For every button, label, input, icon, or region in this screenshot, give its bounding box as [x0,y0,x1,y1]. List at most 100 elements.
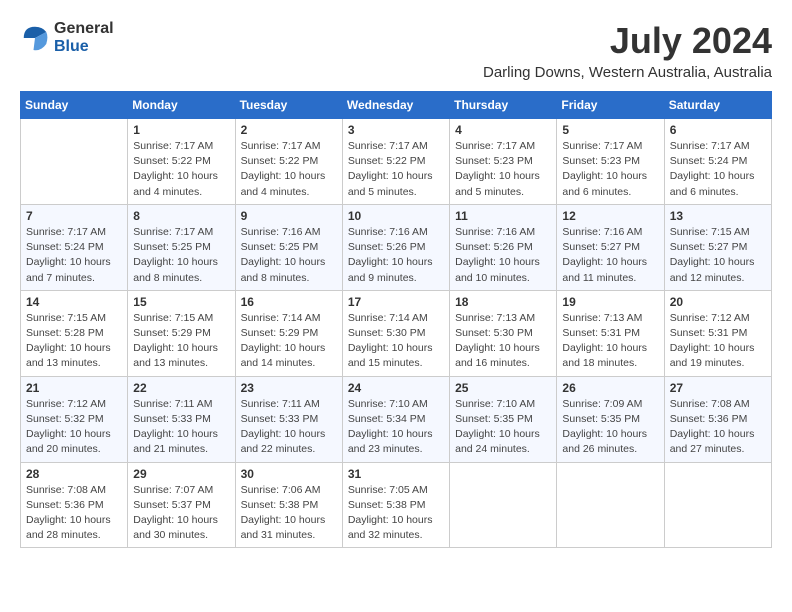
day-info: Sunrise: 7:13 AMSunset: 5:30 PMDaylight:… [455,311,551,372]
calendar-cell: 26 Sunrise: 7:09 AMSunset: 5:35 PMDayligh… [557,376,664,462]
calendar-header: SundayMondayTuesdayWednesdayThursdayFrid… [21,92,772,119]
day-info: Sunrise: 7:10 AMSunset: 5:35 PMDaylight:… [455,397,551,458]
day-info: Sunrise: 7:08 AMSunset: 5:36 PMDaylight:… [670,397,766,458]
header-cell-tuesday: Tuesday [235,92,342,119]
header-cell-sunday: Sunday [21,92,128,119]
calendar-cell: 22 Sunrise: 7:11 AMSunset: 5:33 PMDayligh… [128,376,235,462]
day-number: 21 [26,381,122,395]
day-number: 6 [670,123,766,137]
header-cell-wednesday: Wednesday [342,92,449,119]
day-number: 1 [133,123,229,137]
title-block: July 2024 Darling Downs, Western Austral… [483,20,772,81]
month-title: July 2024 [483,20,772,62]
day-info: Sunrise: 7:15 AMSunset: 5:28 PMDaylight:… [26,311,122,372]
day-info: Sunrise: 7:15 AMSunset: 5:27 PMDaylight:… [670,225,766,286]
header-cell-saturday: Saturday [664,92,771,119]
calendar-cell: 30 Sunrise: 7:06 AMSunset: 5:38 PMDayligh… [235,462,342,548]
calendar-cell: 7 Sunrise: 7:17 AMSunset: 5:24 PMDaylight… [21,204,128,290]
day-info: Sunrise: 7:17 AMSunset: 5:24 PMDaylight:… [670,139,766,200]
calendar-cell: 17Sunrise: 7:14 AMSunset: 5:30 PMDayligh… [342,290,449,376]
day-info: Sunrise: 7:09 AMSunset: 5:35 PMDaylight:… [562,397,658,458]
header-cell-monday: Monday [128,92,235,119]
day-number: 2 [241,123,337,137]
week-row-3: 21 Sunrise: 7:12 AMSunset: 5:32 PMDayligh… [21,376,772,462]
calendar-cell [21,119,128,205]
calendar-cell: 27 Sunrise: 7:08 AMSunset: 5:36 PMDayligh… [664,376,771,462]
location-title: Darling Downs, Western Australia, Austra… [483,64,772,81]
day-info: Sunrise: 7:11 AMSunset: 5:33 PMDaylight:… [241,397,337,458]
day-number: 8 [133,209,229,223]
calendar-cell: 8 Sunrise: 7:17 AMSunset: 5:25 PMDaylight… [128,204,235,290]
day-number: 4 [455,123,551,137]
day-number: 22 [133,381,229,395]
day-number: 20 [670,295,766,309]
day-number: 18 [455,295,551,309]
day-info: Sunrise: 7:17 AMSunset: 5:22 PMDaylight:… [133,139,229,200]
week-row-1: 7 Sunrise: 7:17 AMSunset: 5:24 PMDaylight… [21,204,772,290]
calendar-cell [557,462,664,548]
day-number: 14 [26,295,122,309]
day-number: 28 [26,467,122,481]
logo-icon [20,23,50,53]
week-row-0: 1 Sunrise: 7:17 AMSunset: 5:22 PMDaylight… [21,119,772,205]
calendar-cell: 3Sunrise: 7:17 AMSunset: 5:22 PMDaylight… [342,119,449,205]
day-number: 25 [455,381,551,395]
calendar-cell: 18 Sunrise: 7:13 AMSunset: 5:30 PMDayligh… [450,290,557,376]
day-info: Sunrise: 7:17 AMSunset: 5:22 PMDaylight:… [348,139,444,200]
day-info: Sunrise: 7:05 AMSunset: 5:38 PMDaylight:… [348,483,444,544]
day-number: 31 [348,467,444,481]
calendar-cell: 4 Sunrise: 7:17 AMSunset: 5:23 PMDaylight… [450,119,557,205]
calendar-cell: 5Sunrise: 7:17 AMSunset: 5:23 PMDaylight… [557,119,664,205]
day-info: Sunrise: 7:06 AMSunset: 5:38 PMDaylight:… [241,483,337,544]
calendar-cell: 25 Sunrise: 7:10 AMSunset: 5:35 PMDayligh… [450,376,557,462]
day-info: Sunrise: 7:16 AMSunset: 5:25 PMDaylight:… [241,225,337,286]
day-number: 26 [562,381,658,395]
day-info: Sunrise: 7:17 AMSunset: 5:23 PMDaylight:… [455,139,551,200]
day-number: 19 [562,295,658,309]
calendar-cell: 24Sunrise: 7:10 AMSunset: 5:34 PMDayligh… [342,376,449,462]
calendar-cell: 16 Sunrise: 7:14 AMSunset: 5:29 PMDayligh… [235,290,342,376]
calendar-cell: 15Sunrise: 7:15 AMSunset: 5:29 PMDayligh… [128,290,235,376]
day-number: 23 [241,381,337,395]
day-number: 11 [455,209,551,223]
day-info: Sunrise: 7:17 AMSunset: 5:24 PMDaylight:… [26,225,122,286]
day-info: Sunrise: 7:12 AMSunset: 5:31 PMDaylight:… [670,311,766,372]
calendar-cell: 23 Sunrise: 7:11 AMSunset: 5:33 PMDayligh… [235,376,342,462]
day-number: 30 [241,467,337,481]
calendar-cell: 2 Sunrise: 7:17 AMSunset: 5:22 PMDaylight… [235,119,342,205]
day-number: 10 [348,209,444,223]
day-number: 9 [241,209,337,223]
week-row-4: 28Sunrise: 7:08 AMSunset: 5:36 PMDayligh… [21,462,772,548]
day-info: Sunrise: 7:17 AMSunset: 5:25 PMDaylight:… [133,225,229,286]
header-row: SundayMondayTuesdayWednesdayThursdayFrid… [21,92,772,119]
day-number: 13 [670,209,766,223]
day-number: 15 [133,295,229,309]
header-cell-thursday: Thursday [450,92,557,119]
day-info: Sunrise: 7:17 AMSunset: 5:22 PMDaylight:… [241,139,337,200]
calendar-cell: 11 Sunrise: 7:16 AMSunset: 5:26 PMDayligh… [450,204,557,290]
day-info: Sunrise: 7:16 AMSunset: 5:26 PMDaylight:… [348,225,444,286]
day-info: Sunrise: 7:14 AMSunset: 5:29 PMDaylight:… [241,311,337,372]
calendar-cell [450,462,557,548]
day-number: 7 [26,209,122,223]
day-number: 24 [348,381,444,395]
day-info: Sunrise: 7:16 AMSunset: 5:26 PMDaylight:… [455,225,551,286]
day-number: 16 [241,295,337,309]
calendar-body: 1 Sunrise: 7:17 AMSunset: 5:22 PMDaylight… [21,119,772,548]
calendar-cell: 1 Sunrise: 7:17 AMSunset: 5:22 PMDaylight… [128,119,235,205]
day-number: 12 [562,209,658,223]
calendar-cell: 14 Sunrise: 7:15 AMSunset: 5:28 PMDayligh… [21,290,128,376]
calendar-cell: 28Sunrise: 7:08 AMSunset: 5:36 PMDayligh… [21,462,128,548]
logo: General Blue [20,20,114,56]
day-info: Sunrise: 7:17 AMSunset: 5:23 PMDaylight:… [562,139,658,200]
calendar-cell [664,462,771,548]
day-info: Sunrise: 7:11 AMSunset: 5:33 PMDaylight:… [133,397,229,458]
calendar-cell: 19Sunrise: 7:13 AMSunset: 5:31 PMDayligh… [557,290,664,376]
calendar-cell: 20 Sunrise: 7:12 AMSunset: 5:31 PMDayligh… [664,290,771,376]
calendar-cell: 12Sunrise: 7:16 AMSunset: 5:27 PMDayligh… [557,204,664,290]
day-number: 27 [670,381,766,395]
day-info: Sunrise: 7:12 AMSunset: 5:32 PMDaylight:… [26,397,122,458]
logo-text: General Blue [54,20,114,56]
calendar-cell: 29Sunrise: 7:07 AMSunset: 5:37 PMDayligh… [128,462,235,548]
calendar-cell: 6 Sunrise: 7:17 AMSunset: 5:24 PMDaylight… [664,119,771,205]
